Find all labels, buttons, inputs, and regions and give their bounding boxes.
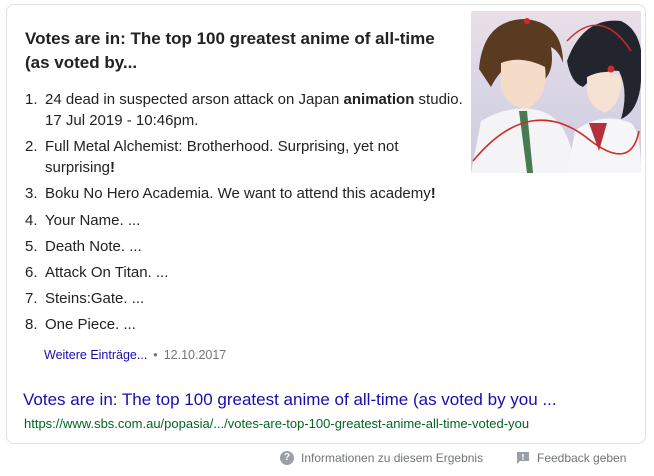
list-item-text-part: Steins:Gate. ... (45, 290, 145, 308)
help-circle-icon: ? (280, 451, 294, 465)
list-item: 4. Your Name. ... (25, 210, 465, 231)
list-item-number: 4. (25, 211, 38, 229)
about-result-button[interactable]: ? Informationen zu diesem Ergebnis (280, 451, 483, 465)
list-item-text: Death Note. ... (45, 236, 465, 257)
list-item-text-part: Attack On Titan. ... (45, 263, 169, 281)
more-entries-row: Weitere Einträge... • 12.10.2017 (44, 348, 226, 362)
list-item-highlight: ! (430, 185, 436, 203)
list-item: 2. Full Metal Alchemist: Brotherhood. Sur… (25, 136, 465, 178)
list-item-text: Boku No Hero Academia. We want to attend… (45, 183, 465, 204)
feedback-label: Feedback geben (537, 451, 627, 465)
list-item-text-part: Full Metal Alchemist: Brotherhood. Surpr… (45, 138, 399, 177)
list-item-number: 5. (25, 237, 38, 255)
list-item-text: 24 dead in suspected arson attack on Jap… (45, 89, 465, 131)
list-item-number: 8. (25, 316, 38, 334)
list-item: 7. Steins:Gate. ... (25, 288, 465, 309)
snippet-list: 1. 24 dead in suspected arson attack on J… (25, 89, 465, 341)
result-title-link[interactable]: Votes are in: The top 100 greatest anime… (23, 390, 557, 410)
list-item-highlight: animation (343, 91, 415, 108)
list-item-text: Your Name. ... (45, 210, 465, 231)
list-item-text-part: Your Name. ... (45, 211, 141, 229)
list-item-number: 1. (25, 91, 38, 108)
list-item-text-part: Death Note. ... (45, 237, 142, 255)
list-item: 3. Boku No Hero Academia. We want to atte… (25, 183, 465, 204)
list-item: 5. Death Note. ... (25, 236, 465, 257)
list-item-number: 2. (25, 138, 38, 156)
list-item-highlight: ! (110, 159, 116, 177)
feedback-button[interactable]: Feedback geben (516, 451, 626, 465)
anime-illustration (471, 11, 641, 173)
result-url: https://www.sbs.com.au/popasia/.../votes… (24, 416, 530, 431)
snippet-thumbnail-image[interactable] (471, 11, 641, 173)
separator-dot: • (153, 348, 158, 362)
list-item: 8. One Piece. ... (25, 314, 465, 335)
list-item-number: 6. (25, 263, 38, 281)
about-result-label: Informationen zu diesem Ergebnis (301, 451, 484, 465)
list-item: 1. 24 dead in suspected arson attack on J… (25, 89, 465, 131)
list-item-text: Steins:Gate. ... (45, 288, 465, 309)
list-item-text-part: One Piece. ... (45, 316, 136, 334)
list-item-text: One Piece. ... (45, 314, 465, 335)
featured-snippet-card: Votes are in: The top 100 greatest anime… (6, 4, 646, 444)
list-item-number: 3. (25, 185, 38, 203)
list-item-number: 7. (25, 290, 38, 308)
list-item-text: Attack On Titan. ... (45, 262, 465, 283)
list-item: 6. Attack On Titan. ... (25, 262, 465, 283)
feedback-flag-icon (517, 452, 529, 464)
more-entries-link[interactable]: Weitere Einträge... (44, 348, 147, 362)
list-item-text-part: 24 dead in suspected arson attack on Jap… (45, 91, 344, 108)
snippet-footer: ? Informationen zu diesem Ergebnis Feedb… (0, 451, 654, 471)
list-item-text-part: Boku No Hero Academia. We want to attend… (45, 185, 431, 203)
publish-date: 12.10.2017 (163, 348, 227, 362)
list-item-text: Full Metal Alchemist: Brotherhood. Surpr… (45, 136, 465, 178)
snippet-headline: Votes are in: The top 100 greatest anime… (25, 29, 435, 72)
